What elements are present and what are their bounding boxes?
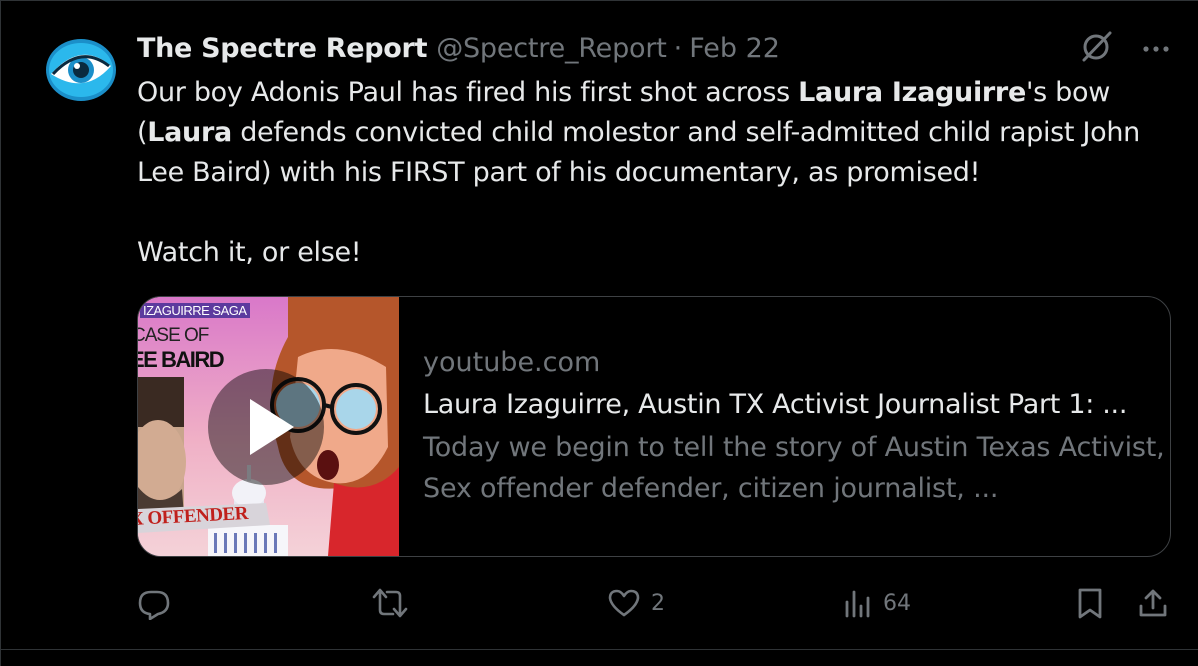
- reply-button[interactable]: [137, 581, 181, 625]
- avatar[interactable]: [45, 34, 117, 106]
- thumbnail-text-line2: CASE OF: [138, 325, 209, 346]
- more-dots-icon[interactable]: [1142, 39, 1170, 58]
- reply-icon: [137, 586, 171, 620]
- repost-icon: [371, 586, 409, 620]
- header-actions: [1080, 29, 1170, 67]
- tweet-divider: [1, 649, 1198, 650]
- tweet-paragraph-1: Our boy Adonis Paul has fired his first …: [137, 73, 1157, 193]
- card-title: Laura Izaguirre, Austin TX Activist Jour…: [423, 389, 1128, 420]
- header-separator: ·: [673, 33, 683, 64]
- heart-icon: [607, 586, 641, 620]
- tweet[interactable]: The Spectre Report @Spectre_Report · Feb…: [0, 0, 1198, 666]
- views-button[interactable]: 64: [843, 581, 911, 625]
- video-thumbnail[interactable]: IZAGUIRRE SAGA CASE OF EE BAIRD X OFFEND…: [138, 297, 399, 556]
- author-display-name[interactable]: The Spectre Report: [137, 31, 427, 67]
- text-segment: defends convicted child molestor and sel…: [137, 117, 1140, 188]
- like-button[interactable]: 2: [607, 581, 665, 625]
- card-description: Today we begin to tell the story of Aust…: [423, 432, 1165, 504]
- like-count: 2: [651, 590, 665, 616]
- text-segment: Our boy Adonis Paul has fired his first …: [137, 77, 799, 108]
- views-bar-chart-icon: [843, 586, 873, 620]
- card-domain: youtube.com: [423, 347, 601, 378]
- bold-text-segment: Laura Izaguirre: [798, 77, 1026, 108]
- eye-logo-icon: [46, 39, 116, 101]
- tweet-date[interactable]: Feb 22: [689, 31, 780, 67]
- views-count: 64: [883, 590, 911, 616]
- bold-text-segment: Laura: [147, 117, 232, 148]
- bookmark-icon: [1075, 586, 1105, 620]
- grok-slash-circle-icon[interactable]: [1080, 29, 1114, 67]
- tweet-paragraph-2: Watch it, or else!: [137, 237, 362, 268]
- play-icon[interactable]: [208, 369, 324, 485]
- card-info[interactable]: youtube.com Laura Izaguirre, Austin TX A…: [399, 297, 1170, 556]
- thumbnail-text-line3: EE BAIRD: [138, 347, 225, 372]
- share-icon: [1137, 586, 1169, 620]
- author-handle[interactable]: @Spectre_Report: [436, 31, 667, 67]
- share-button[interactable]: [1137, 581, 1169, 625]
- thumbnail-text-line1: IZAGUIRRE SAGA: [140, 303, 250, 318]
- action-bar: 2 64: [137, 581, 1171, 625]
- bookmark-button[interactable]: [1075, 581, 1105, 625]
- link-preview-card[interactable]: IZAGUIRRE SAGA CASE OF EE BAIRD X OFFEND…: [137, 296, 1171, 557]
- tweet-header: The Spectre Report @Spectre_Report · Feb…: [137, 31, 780, 67]
- tweet-text: Our boy Adonis Paul has fired his first …: [137, 73, 1157, 273]
- repost-button[interactable]: [371, 581, 419, 625]
